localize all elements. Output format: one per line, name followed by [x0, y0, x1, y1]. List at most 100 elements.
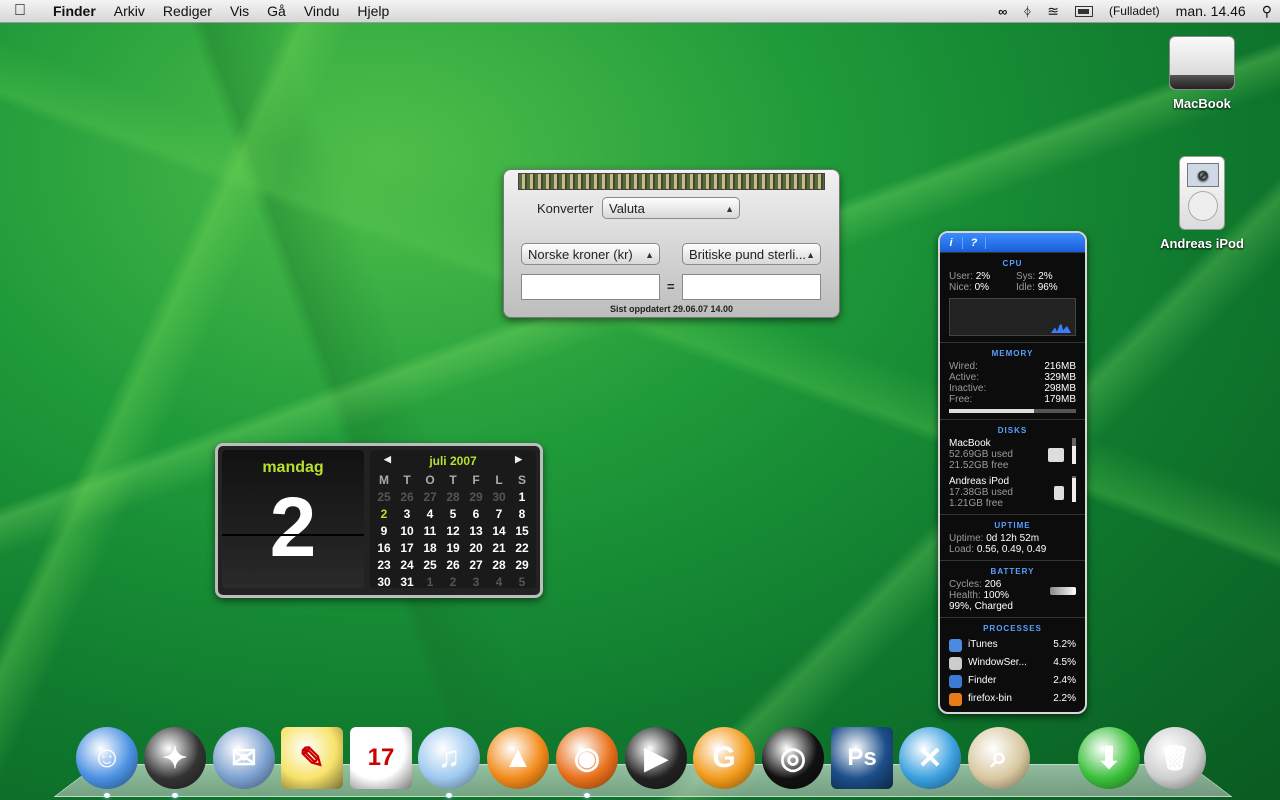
day-number: 2: [269, 480, 317, 574]
clock[interactable]: man. 14.46: [1176, 3, 1246, 19]
dock-finder-icon[interactable]: ☺: [76, 727, 138, 789]
value: 216MB: [1044, 361, 1076, 372]
memory-row: Active: 329MB: [949, 372, 1076, 383]
from-amount-input[interactable]: [521, 274, 660, 300]
section-title: BATTERY: [990, 567, 1035, 576]
to-amount-input[interactable]: [682, 274, 821, 300]
dock-photoshop-icon[interactable]: Ps: [831, 727, 893, 789]
label: Free:: [949, 394, 973, 405]
value: 179MB: [1044, 394, 1076, 405]
label: Health:: [949, 590, 981, 601]
itunes-icon: [949, 638, 962, 652]
battery-icon[interactable]: [1074, 5, 1093, 17]
value: 96%: [1037, 282, 1058, 293]
dock-itunes-icon[interactable]: ♫: [418, 727, 480, 789]
ipod-icon: ⊘: [1179, 156, 1225, 230]
wifi-icon[interactable]: ≊: [1047, 3, 1059, 20]
weekday-header: L: [495, 472, 503, 487]
weekday-header: T: [449, 472, 457, 487]
dock-trash-icon[interactable]: 🗑: [1144, 727, 1206, 789]
memory-usage-bar: [949, 409, 1076, 413]
section-title: CPU: [1002, 259, 1023, 268]
last-updated: Sist oppdatert 29.06.07 14.00: [609, 304, 734, 314]
dock-stickies-icon[interactable]: ✎: [281, 727, 343, 789]
info-icon[interactable]: i: [940, 236, 963, 249]
calendar-day: 29: [515, 557, 529, 572]
battery-info: Cycles: 206 Health: 100% 99%, Charged: [949, 579, 1013, 617]
processes-section: PROCESSES iTunes 5.2% WindowSer... 4.5% Fi…: [940, 617, 1085, 708]
desktop-icon-macbook[interactable]: MacBook: [1147, 36, 1257, 111]
calendar-day: 16: [377, 540, 391, 555]
previous-month-icon[interactable]: ◀: [384, 454, 391, 465]
dock-ichat-icon[interactable]: ▶: [625, 727, 687, 789]
calendar-day: 15: [515, 523, 529, 538]
istat-widget: i ? CPU User: 2% Sys: 2% Nice: 0% Idle: …: [938, 231, 1087, 714]
disk-name: MacBook: [949, 438, 991, 449]
popup-arrows-icon: ▲: [725, 204, 734, 214]
label: Load:: [949, 544, 975, 555]
dock-camera-icon[interactable]: ◎: [762, 727, 824, 789]
disk-info: Andreas iPod 17.38GB used 1.21GB free: [949, 476, 1013, 509]
calendar-day: 5: [449, 506, 457, 521]
dock-firefox-icon[interactable]: ◉: [556, 727, 618, 789]
help-icon[interactable]: ?: [963, 236, 986, 249]
calendar-day: 6: [472, 506, 480, 521]
process-cpu: 4.5%: [1053, 657, 1076, 668]
spotlight-icon[interactable]: ⚲: [1262, 3, 1272, 20]
calendar-day: 25: [377, 489, 391, 504]
dock-vlc-icon[interactable]: ▲: [487, 727, 549, 789]
calendar-day: 28: [492, 557, 506, 572]
menu-vindu[interactable]: Vindu: [295, 3, 349, 19]
next-month-icon[interactable]: ▶: [515, 454, 522, 465]
currency-banner: [518, 173, 825, 190]
dock-preview-icon[interactable]: ⌕: [968, 727, 1030, 789]
cpu-row: User: 2% Sys: 2%: [949, 271, 1076, 282]
dock-ical-icon[interactable]: 17: [350, 727, 412, 789]
menu-hjelp[interactable]: Hjelp: [348, 3, 398, 19]
dock-mail-icon[interactable]: ✉: [213, 727, 275, 789]
section-title: DISKS: [997, 426, 1028, 435]
desktop-icon-ipod[interactable]: ⊘ Andreas iPod: [1147, 156, 1257, 251]
from-currency-select[interactable]: Norske kroner (kr) ▲: [521, 243, 660, 265]
uptime-section: UPTIME Uptime: 0d 12h 52m Load: 0.56, 0.…: [940, 514, 1085, 555]
menu-rediger[interactable]: Rediger: [154, 3, 221, 19]
process-name: WindowSer...: [968, 657, 1027, 668]
calendar-day-panel[interactable]: mandag 2: [222, 450, 364, 588]
dock-downloads-icon[interactable]: ⬇: [1078, 727, 1140, 789]
calendar-day: 11: [423, 523, 437, 538]
process-row: iTunes 5.2%: [949, 636, 1076, 654]
input-menu-icon[interactable]: ∞: [998, 4, 1007, 19]
to-currency-select[interactable]: Britiske pund sterli... ▲: [682, 243, 821, 265]
section-title: UPTIME: [994, 521, 1031, 530]
calendar-widget: mandag 2 ◀ juli 2007 ▶ M T O T F L S 25 …: [215, 443, 543, 598]
disk-used: 17.38GB used: [949, 487, 1013, 498]
disk-usage-bar: [1072, 476, 1076, 502]
menu-vis[interactable]: Vis: [221, 3, 258, 19]
menu-arkiv[interactable]: Arkiv: [105, 3, 154, 19]
calendar-day: 24: [400, 557, 414, 572]
flip-divider: [222, 534, 364, 536]
process-cpu: 5.2%: [1053, 639, 1076, 650]
convert-type-select[interactable]: Valuta ▲: [602, 197, 740, 219]
menu-finder[interactable]: Finder: [44, 3, 105, 19]
calendar-day: 31: [400, 574, 414, 589]
dock-dashboard-icon[interactable]: ✦: [144, 727, 206, 789]
menu-bar:  Finder Arkiv Rediger Vis Gå Vindu Hjel…: [0, 0, 1280, 23]
uptime-row: Uptime: 0d 12h 52m: [949, 533, 1076, 544]
load-row: Load: 0.56, 0.49, 0.49: [949, 544, 1076, 555]
calendar-day: 27: [469, 557, 483, 572]
memory-row: Inactive: 298MB: [949, 383, 1076, 394]
apple-menu-icon[interactable]: : [14, 2, 36, 20]
dock-garageband-icon[interactable]: G: [693, 727, 755, 789]
bluetooth-icon[interactable]: ᛄ: [1023, 4, 1031, 19]
month-title: juli 2007: [429, 454, 477, 468]
value: 298MB: [1044, 383, 1076, 394]
process-cpu: 2.4%: [1053, 675, 1076, 686]
dock-xcode-icon[interactable]: ✕: [899, 727, 961, 789]
calendar-day: 30: [492, 489, 506, 504]
battery-status[interactable]: (Fulladet): [1109, 4, 1160, 18]
label: Wired:: [949, 361, 978, 372]
calendar-day: 26: [446, 557, 460, 572]
battery-section: BATTERY Cycles: 206 Health: 100% 99%, Ch…: [940, 560, 1085, 617]
menu-ga[interactable]: Gå: [258, 3, 295, 19]
